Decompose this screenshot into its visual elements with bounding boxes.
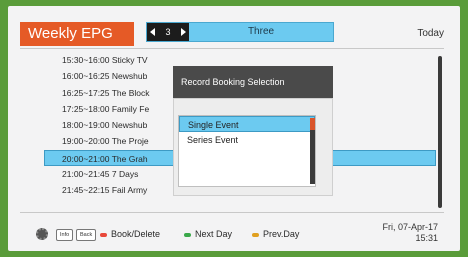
red-key-icon — [100, 232, 107, 237]
back-key-icon[interactable]: Back — [76, 229, 97, 241]
channel-number-box[interactable]: 3 — [147, 23, 189, 41]
epg-screen: Weekly EPG 3 Three Today 15:30~16:00 Sti… — [8, 6, 460, 251]
channel-selector[interactable]: 3 Three — [146, 22, 334, 42]
option-list: Single Event Series Event — [178, 115, 316, 187]
arrow-left-icon[interactable] — [150, 28, 155, 36]
dialog-body: Single Event Series Event — [173, 98, 333, 196]
option-series-event[interactable]: Series Event — [179, 132, 315, 148]
book-delete-hint[interactable]: Book/Delete — [100, 228, 160, 240]
channel-name: Three — [247, 26, 275, 37]
option-single-event[interactable]: Single Event — [179, 116, 315, 132]
green-key-icon — [184, 232, 191, 237]
book-delete-label: Book/Delete — [111, 229, 161, 239]
arrow-right-icon[interactable] — [181, 28, 186, 36]
dialog-title: Record Booking Selection — [173, 66, 333, 98]
yellow-key-icon — [252, 232, 259, 237]
prev-day-hint[interactable]: Prev.Day — [252, 228, 299, 240]
next-day-hint[interactable]: Next Day — [184, 228, 232, 240]
time-text: 15:31 — [415, 233, 438, 243]
option-scrollbar[interactable] — [310, 118, 315, 184]
header-divider — [20, 48, 444, 49]
program-list-scrollbar[interactable] — [438, 56, 442, 208]
info-key-icon[interactable]: Info — [56, 229, 74, 241]
option-scrollbar-thumb[interactable] — [310, 118, 315, 130]
day-label: Today — [417, 28, 444, 39]
next-day-label: Next Day — [195, 229, 233, 239]
page-title: Weekly EPG — [20, 22, 134, 46]
footer-bar: Info Back Book/Delete Next Day Prev.Day … — [8, 218, 460, 251]
prev-day-label: Prev.Day — [263, 229, 300, 239]
footer-divider — [20, 212, 444, 213]
channel-number: 3 — [165, 27, 171, 37]
record-booking-dialog: Record Booking Selection Single Event Se… — [173, 66, 333, 196]
gear-icon — [36, 228, 48, 240]
date-text: Fri, 07-Apr-17 — [382, 222, 438, 232]
tv-frame: Weekly EPG 3 Three Today 15:30~16:00 Sti… — [0, 0, 468, 257]
date-time: Fri, 07-Apr-17 15:31 — [382, 222, 438, 244]
